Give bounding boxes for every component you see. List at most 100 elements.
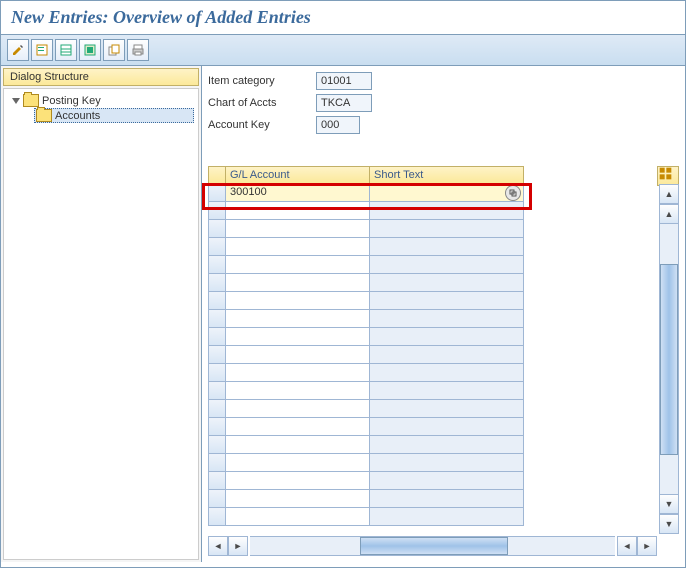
row-selector[interactable] xyxy=(208,400,226,418)
gl-account-cell[interactable] xyxy=(226,292,370,310)
row-selector[interactable] xyxy=(208,292,226,310)
short-text-cell[interactable] xyxy=(370,220,524,238)
gl-account-cell[interactable] xyxy=(226,346,370,364)
gl-account-cell[interactable] xyxy=(226,202,370,220)
gl-account-cell[interactable] xyxy=(226,220,370,238)
short-text-cell[interactable] xyxy=(370,310,524,328)
row-selector[interactable] xyxy=(208,274,226,292)
scroll-track[interactable] xyxy=(250,536,615,556)
pencil-icon[interactable] xyxy=(7,39,29,61)
table-settings-icon[interactable] xyxy=(657,166,679,186)
short-text-cell[interactable] xyxy=(370,274,524,292)
copy-icon[interactable] xyxy=(103,39,125,61)
gl-account-cell[interactable]: 300100 xyxy=(226,184,370,202)
table-row[interactable] xyxy=(208,238,679,256)
table-row[interactable] xyxy=(208,328,679,346)
short-text-cell[interactable] xyxy=(370,508,524,526)
table-row[interactable]: 300100 xyxy=(208,184,679,202)
row-selector[interactable] xyxy=(208,310,226,328)
gl-account-cell[interactable] xyxy=(226,454,370,472)
gl-account-cell[interactable] xyxy=(226,328,370,346)
short-text-cell[interactable] xyxy=(370,238,524,256)
scroll-up-button[interactable]: ▲ xyxy=(659,204,679,224)
row-selector[interactable] xyxy=(208,238,226,256)
table-row[interactable] xyxy=(208,274,679,292)
vertical-scrollbar[interactable]: ▲ ▲ ▼ ▼ xyxy=(659,184,679,534)
table-row[interactable] xyxy=(208,310,679,328)
short-text-cell[interactable] xyxy=(370,202,524,220)
scroll-up-button[interactable]: ▲ xyxy=(659,184,679,204)
form-icon[interactable] xyxy=(31,39,53,61)
gl-account-cell[interactable] xyxy=(226,238,370,256)
row-selector[interactable] xyxy=(208,328,226,346)
short-text-cell[interactable] xyxy=(370,436,524,454)
scroll-track[interactable] xyxy=(659,224,679,494)
table-row[interactable] xyxy=(208,400,679,418)
gl-account-cell[interactable] xyxy=(226,364,370,382)
gl-account-cell[interactable] xyxy=(226,508,370,526)
chart-of-accts-field[interactable]: TKCA xyxy=(316,94,372,112)
short-text-cell[interactable] xyxy=(370,346,524,364)
gl-account-cell[interactable] xyxy=(226,400,370,418)
row-selector[interactable] xyxy=(208,184,226,202)
gl-account-cell[interactable] xyxy=(226,490,370,508)
column-header-short-text[interactable]: Short Text xyxy=(370,166,524,184)
print-icon[interactable] xyxy=(127,39,149,61)
table-row[interactable] xyxy=(208,220,679,238)
short-text-cell[interactable] xyxy=(370,292,524,310)
select-icon[interactable] xyxy=(79,39,101,61)
table-row[interactable] xyxy=(208,382,679,400)
scroll-thumb[interactable] xyxy=(360,537,508,555)
table-row[interactable] xyxy=(208,472,679,490)
table-row[interactable] xyxy=(208,364,679,382)
gl-account-cell[interactable] xyxy=(226,310,370,328)
gl-account-cell[interactable] xyxy=(226,382,370,400)
scroll-right-button[interactable]: ► xyxy=(228,536,248,556)
short-text-cell[interactable] xyxy=(370,364,524,382)
tree-item-posting-key[interactable]: Posting Key xyxy=(8,93,194,108)
short-text-cell[interactable] xyxy=(370,400,524,418)
account-key-field[interactable]: 000 xyxy=(316,116,360,134)
row-selector[interactable] xyxy=(208,418,226,436)
row-selector[interactable] xyxy=(208,364,226,382)
table-row[interactable] xyxy=(208,256,679,274)
scroll-right-button[interactable]: ► xyxy=(637,536,657,556)
table-row[interactable] xyxy=(208,454,679,472)
column-header-gl-account[interactable]: G/L Account xyxy=(226,166,370,184)
table-icon[interactable] xyxy=(55,39,77,61)
select-all-column[interactable] xyxy=(208,166,226,184)
row-selector[interactable] xyxy=(208,220,226,238)
gl-account-cell[interactable] xyxy=(226,436,370,454)
row-selector[interactable] xyxy=(208,490,226,508)
short-text-cell[interactable] xyxy=(370,490,524,508)
item-category-field[interactable]: 01001 xyxy=(316,72,372,90)
scroll-down-button[interactable]: ▼ xyxy=(659,514,679,534)
gl-account-cell[interactable] xyxy=(226,256,370,274)
short-text-cell[interactable] xyxy=(370,328,524,346)
table-row[interactable] xyxy=(208,346,679,364)
scroll-thumb[interactable] xyxy=(660,264,678,455)
row-selector[interactable] xyxy=(208,472,226,490)
table-row[interactable] xyxy=(208,202,679,220)
horizontal-scrollbar[interactable]: ◄ ► ◄ ► xyxy=(208,536,657,556)
short-text-cell[interactable] xyxy=(370,256,524,274)
scroll-left-button[interactable]: ◄ xyxy=(617,536,637,556)
row-selector[interactable] xyxy=(208,382,226,400)
short-text-cell[interactable] xyxy=(370,472,524,490)
table-row[interactable] xyxy=(208,418,679,436)
short-text-cell[interactable] xyxy=(370,184,524,202)
scroll-left-button[interactable]: ◄ xyxy=(208,536,228,556)
tree-item-accounts[interactable]: Accounts xyxy=(34,108,194,123)
f4-help-icon[interactable] xyxy=(505,185,521,201)
row-selector[interactable] xyxy=(208,346,226,364)
row-selector[interactable] xyxy=(208,436,226,454)
gl-account-cell[interactable] xyxy=(226,418,370,436)
row-selector[interactable] xyxy=(208,202,226,220)
table-row[interactable] xyxy=(208,292,679,310)
table-row[interactable] xyxy=(208,490,679,508)
scroll-down-button[interactable]: ▼ xyxy=(659,494,679,514)
table-row[interactable] xyxy=(208,508,679,526)
short-text-cell[interactable] xyxy=(370,454,524,472)
table-row[interactable] xyxy=(208,436,679,454)
gl-account-cell[interactable] xyxy=(226,274,370,292)
